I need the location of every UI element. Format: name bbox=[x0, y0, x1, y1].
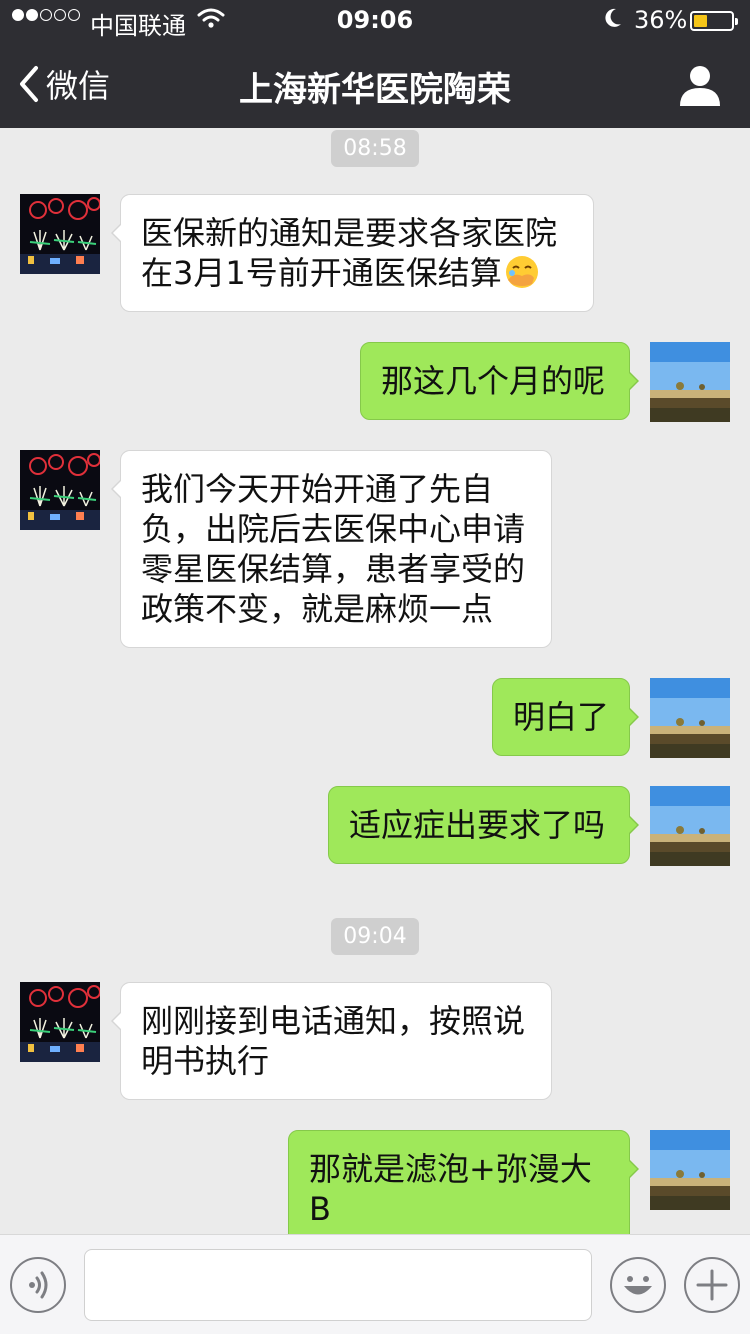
person-icon[interactable] bbox=[676, 64, 724, 106]
message-bubble[interactable]: 医保新的通知是要求各家医院在3月1号前开通医保结算 bbox=[111, 194, 594, 312]
landscape-avatar-icon bbox=[650, 678, 730, 758]
battery-percentage: 36% bbox=[634, 6, 688, 34]
moon-icon bbox=[605, 8, 621, 27]
fireworks-avatar-icon bbox=[20, 450, 100, 530]
message-bubble[interactable]: 适应症出要求了吗 bbox=[328, 786, 639, 864]
my-avatar[interactable] bbox=[650, 1130, 730, 1210]
contact-avatar[interactable] bbox=[20, 194, 100, 274]
fireworks-avatar-icon bbox=[20, 194, 100, 274]
emoji-button[interactable] bbox=[610, 1257, 666, 1313]
my-avatar[interactable] bbox=[650, 678, 730, 758]
fireworks-avatar-icon bbox=[20, 982, 100, 1062]
voice-icon bbox=[29, 1271, 48, 1299]
message-input[interactable] bbox=[84, 1249, 592, 1321]
contact-avatar[interactable] bbox=[20, 982, 100, 1062]
contact-avatar[interactable] bbox=[20, 450, 100, 530]
message-bubble[interactable]: 那就是滤泡+弥漫大B bbox=[288, 1130, 639, 1248]
battery-icon bbox=[690, 11, 738, 31]
plus-icon bbox=[696, 1269, 728, 1301]
page-title: 上海新华医院陶荣 bbox=[239, 70, 511, 110]
chat-area[interactable]: 08:58 医保新的通知是要求各家医院在3月1号前开通医保结算 那这几个月的呢 bbox=[0, 128, 750, 1248]
message-bubble[interactable]: 明白了 bbox=[492, 678, 639, 756]
input-bar bbox=[0, 1234, 750, 1334]
smiley-icon bbox=[624, 1276, 652, 1295]
my-avatar[interactable] bbox=[650, 342, 730, 422]
landscape-avatar-icon bbox=[650, 1130, 730, 1210]
more-button[interactable] bbox=[684, 1257, 740, 1313]
timestamp: 09:04 bbox=[0, 918, 750, 955]
landscape-avatar-icon bbox=[650, 786, 730, 866]
message-bubble[interactable]: 那这几个月的呢 bbox=[360, 342, 639, 420]
face-with-hand-over-mouth-icon bbox=[505, 256, 538, 288]
message-bubble[interactable]: 我们今天开始开通了先自负，出院后去医保中心申请零星医保结算，患者享受的政策不变，… bbox=[111, 450, 552, 648]
top-bar: 中国联通 09:06 36% 微信 上海新华医院陶荣 bbox=[0, 0, 750, 128]
voice-button[interactable] bbox=[10, 1257, 66, 1313]
my-avatar[interactable] bbox=[650, 786, 730, 866]
message-bubble[interactable]: 刚刚接到电话通知，按照说明书执行 bbox=[111, 982, 552, 1100]
status-bar: 中国联通 09:06 36% bbox=[0, 0, 750, 40]
landscape-avatar-icon bbox=[650, 342, 730, 422]
timestamp: 08:58 bbox=[0, 130, 750, 167]
